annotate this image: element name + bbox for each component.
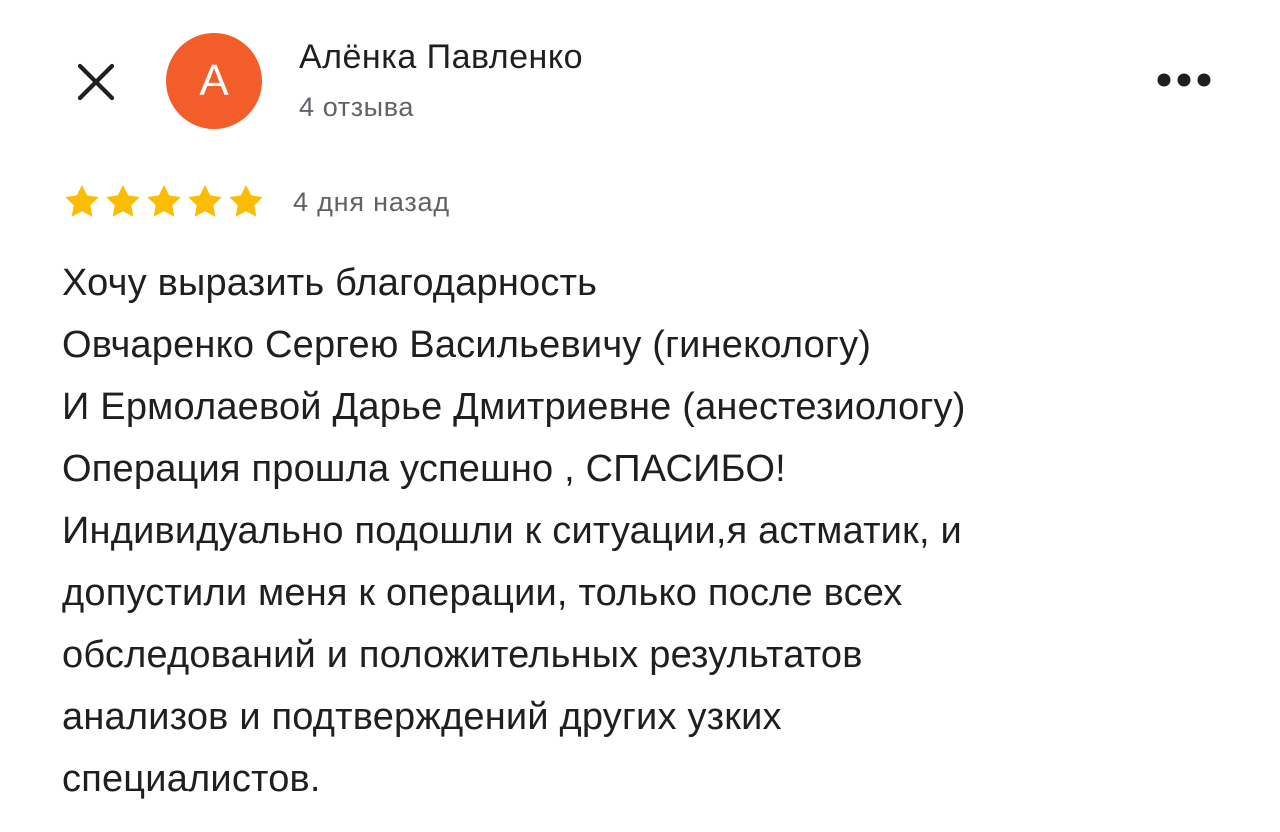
- avatar[interactable]: А: [166, 33, 262, 129]
- review-text-line: обследований и положительных результатов: [62, 634, 863, 676]
- close-icon: [77, 63, 115, 101]
- avatar-letter: А: [199, 56, 229, 105]
- review-count[interactable]: 4 отзыва: [299, 92, 414, 123]
- review-text: Хочу выразить благодарность Овчаренко Сер…: [62, 252, 1242, 810]
- rating-row: 4 дня назад: [62, 180, 450, 224]
- star-icon: [229, 185, 263, 217]
- review-text-line: Хочу выразить благодарность: [62, 262, 598, 304]
- review-text-line: допустили меня к операции, только после …: [62, 572, 903, 614]
- review-page: А Алёнка Павленко 4 отзыва 4 дня назад Х…: [0, 0, 1280, 832]
- review-text-line: специалистов.: [62, 758, 321, 800]
- star-icon: [65, 185, 99, 217]
- more-horizontal-icon: [1157, 73, 1211, 87]
- star-icon: [147, 185, 181, 217]
- review-text-line: Операция прошла успешно , СПАСИБО!: [62, 448, 786, 490]
- close-button[interactable]: [72, 58, 120, 106]
- star-rating: [62, 182, 267, 222]
- star-icon: [188, 185, 222, 217]
- more-options-button[interactable]: [1152, 58, 1216, 102]
- author-name[interactable]: Алёнка Павленко: [299, 38, 583, 77]
- review-text-line: И Ермолаевой Дарье Дмитриевне (анестезио…: [62, 386, 966, 428]
- review-date: 4 дня назад: [293, 186, 450, 217]
- review-text-line: анализов и подтверждений других узких: [62, 696, 782, 738]
- review-text-line: Овчаренко Сергею Васильевичу (гинекологу…: [62, 324, 872, 366]
- star-icon: [106, 185, 140, 217]
- review-text-line: Индивидуально подошли к ситуации,я астма…: [62, 510, 962, 552]
